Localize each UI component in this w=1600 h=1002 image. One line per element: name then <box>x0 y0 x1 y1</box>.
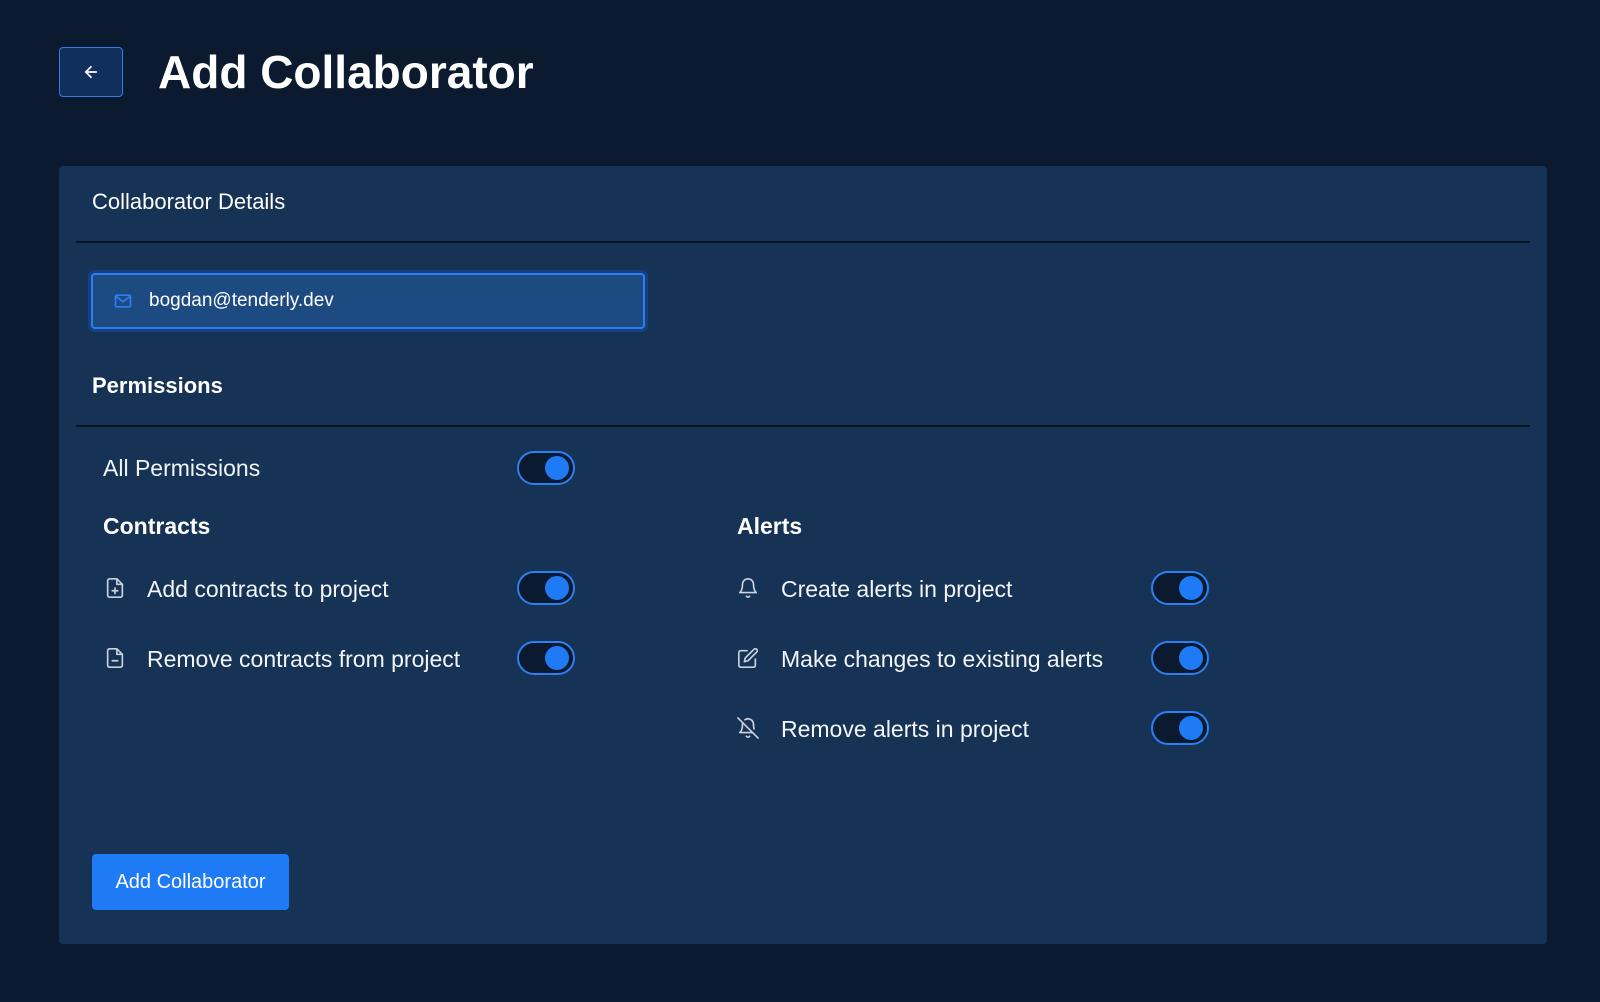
add-collaborator-button[interactable]: Add Collaborator <box>92 854 289 910</box>
collaborator-details-title: Collaborator Details <box>92 189 286 214</box>
permission-label-remove-contracts: Remove contracts from project <box>147 646 461 672</box>
contracts-title: Contracts <box>103 513 211 539</box>
page-title: Add Collaborator <box>158 46 534 98</box>
all-permissions-label: All Permissions <box>103 455 261 481</box>
arrow-left-icon <box>84 65 98 79</box>
add-collaborator-page: Add Collaborator Collaborator Details Pe… <box>0 0 1600 1002</box>
permission-label-remove-alerts: Remove alerts in project <box>781 716 1029 742</box>
permission-label-add-contracts: Add contracts to project <box>147 576 389 602</box>
file-minus-icon <box>104 647 126 669</box>
bell-off-icon <box>737 717 759 739</box>
edit-icon <box>737 647 759 669</box>
bell-icon <box>737 577 759 599</box>
permission-label-create-alerts: Create alerts in project <box>781 576 1013 602</box>
toggle-knob <box>1179 646 1203 670</box>
collaborator-card: Collaborator Details Permissions All Per… <box>59 166 1547 944</box>
mail-icon <box>114 294 132 308</box>
toggle-remove-alerts[interactable] <box>1151 711 1209 745</box>
toggle-knob <box>1179 576 1203 600</box>
permission-label-edit-alerts: Make changes to existing alerts <box>781 646 1104 672</box>
toggle-knob <box>545 456 569 480</box>
back-button[interactable] <box>59 47 123 97</box>
file-plus-icon <box>104 577 126 599</box>
toggle-remove-contracts[interactable] <box>517 641 575 675</box>
divider <box>76 425 1530 427</box>
toggle-add-contracts[interactable] <box>517 571 575 605</box>
alerts-title: Alerts <box>737 513 803 539</box>
toggle-create-alerts[interactable] <box>1151 571 1209 605</box>
toggle-edit-alerts[interactable] <box>1151 641 1209 675</box>
all-permissions-toggle[interactable] <box>517 451 575 485</box>
permissions-title: Permissions <box>92 373 223 398</box>
toggle-knob <box>545 646 569 670</box>
divider <box>76 241 1530 243</box>
toggle-knob <box>1179 716 1203 740</box>
toggle-knob <box>545 576 569 600</box>
email-field[interactable] <box>91 273 645 329</box>
email-input[interactable] <box>149 290 609 312</box>
